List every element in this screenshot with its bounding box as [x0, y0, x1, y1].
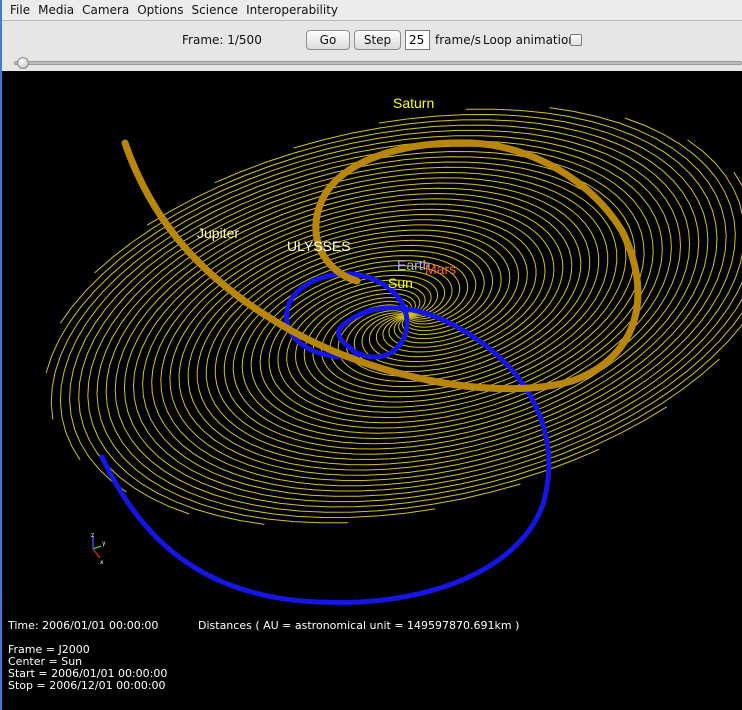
- frame-slider[interactable]: [2, 55, 742, 71]
- axis-y-label: y: [102, 540, 106, 547]
- fps-input[interactable]: [405, 30, 430, 50]
- slider-track[interactable]: [14, 61, 742, 65]
- sun-label: Sun: [388, 275, 413, 291]
- axes-gizmo-icon: z y x: [91, 532, 106, 566]
- stop-time: Stop = 2006/12/01 00:00:00: [8, 679, 166, 692]
- loop-animation-label: Loop animation: [483, 33, 576, 47]
- jupiter-label: Jupiter: [197, 225, 240, 241]
- menu-camera[interactable]: Camera: [78, 0, 133, 20]
- field-line: [160, 213, 742, 487]
- 3d-viewport[interactable]: Saturn Jupiter ULYSSES Earth Mars Sun z …: [2, 71, 742, 710]
- menu-media[interactable]: Media: [34, 0, 78, 20]
- field-line: [178, 171, 742, 476]
- go-button[interactable]: Go: [306, 30, 350, 50]
- slider-thumb[interactable]: [17, 57, 29, 69]
- mars-label: Mars: [425, 261, 457, 277]
- animation-toolbar: Frame: 1/500 Go Step frame/s Loop animat…: [2, 21, 742, 55]
- field-line: [114, 187, 582, 513]
- menu-file[interactable]: File: [2, 0, 34, 20]
- solar-system-scene: [45, 107, 742, 606]
- menu-interoperability[interactable]: Interoperability: [242, 0, 342, 20]
- ulysses-label: ULYSSES: [287, 238, 351, 254]
- fps-unit-label: frame/s: [435, 33, 481, 47]
- menu-bar: File Media Camera Options Science Intero…: [2, 0, 742, 21]
- time-readout: Time: 2006/01/01 00:00:00: [8, 619, 159, 632]
- field-line: [232, 119, 700, 445]
- axis-z-label: z: [91, 532, 94, 539]
- axis-x-label: x: [100, 559, 104, 566]
- frame-info: Frame = J2000 Center = Sun Start = 2006/…: [8, 644, 167, 692]
- menu-options[interactable]: Options: [133, 0, 187, 20]
- app-window: File Media Camera Options Science Intero…: [0, 0, 742, 710]
- step-button[interactable]: Step: [354, 30, 401, 50]
- saturn-label: Saturn: [393, 95, 435, 111]
- frame-counter: Frame: 1/500: [182, 33, 262, 47]
- menu-science[interactable]: Science: [188, 0, 243, 20]
- field-line: [105, 182, 591, 519]
- loop-animation-checkbox[interactable]: [570, 34, 582, 46]
- distances-note: Distances ( AU = astronomical unit = 149…: [198, 619, 520, 632]
